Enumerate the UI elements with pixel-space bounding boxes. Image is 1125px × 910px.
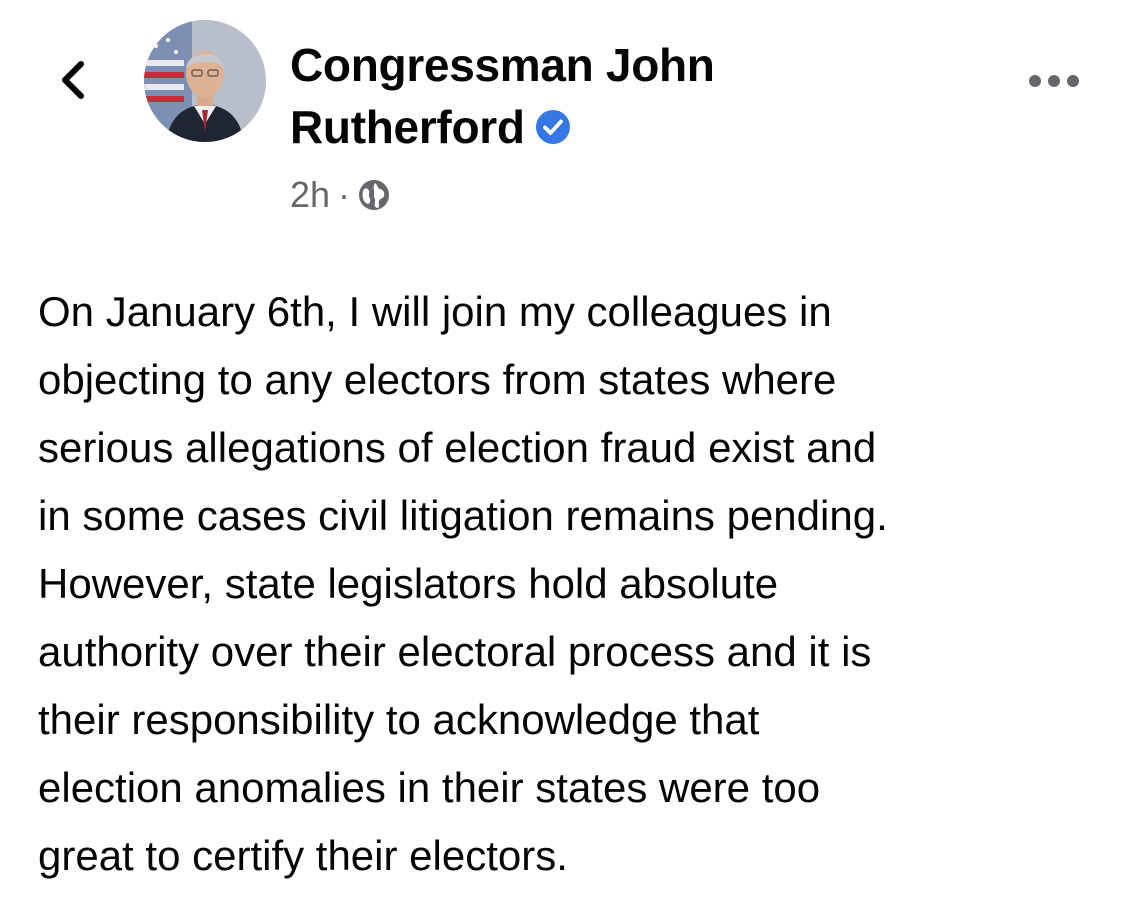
more-options-icon (1029, 75, 1079, 87)
verified-badge-icon (535, 110, 570, 144)
post-body-line: objecting to any electors from states wh… (38, 356, 837, 403)
profile-photo (144, 20, 266, 142)
author-name-line2-text: Rutherford (290, 101, 525, 153)
avatar[interactable] (144, 20, 266, 142)
post-body: On January 6th, I will join my colleague… (38, 278, 1108, 890)
meta-separator: · (338, 174, 351, 215)
post-body-line: authority over their electoral process a… (38, 628, 872, 675)
author-name[interactable]: Congressman John Rutherford (290, 34, 810, 158)
post-meta: 2h · (290, 172, 390, 218)
globe-icon[interactable] (358, 179, 390, 211)
post-body-line: On January 6th, I will join my colleague… (38, 288, 832, 335)
post-timestamp[interactable]: 2h (290, 174, 330, 216)
post-body-line: However, state legislators hold absolute (38, 560, 779, 607)
author-name-line2: Rutherford (290, 96, 810, 158)
more-options-button[interactable] (1024, 66, 1084, 96)
post-body-line: serious allegations of election fraud ex… (38, 424, 877, 471)
author-name-line1: Congressman John (290, 39, 715, 91)
chevron-left-icon (62, 61, 84, 99)
post-body-line: election anomalies in their states were … (38, 764, 821, 811)
post-body-line: great to certify their electors. (38, 832, 568, 879)
post-body-line: in some cases civil litigation remains p… (38, 492, 888, 539)
post-body-line: their responsibility to acknowledge that (38, 696, 760, 743)
back-button[interactable] (48, 52, 96, 108)
